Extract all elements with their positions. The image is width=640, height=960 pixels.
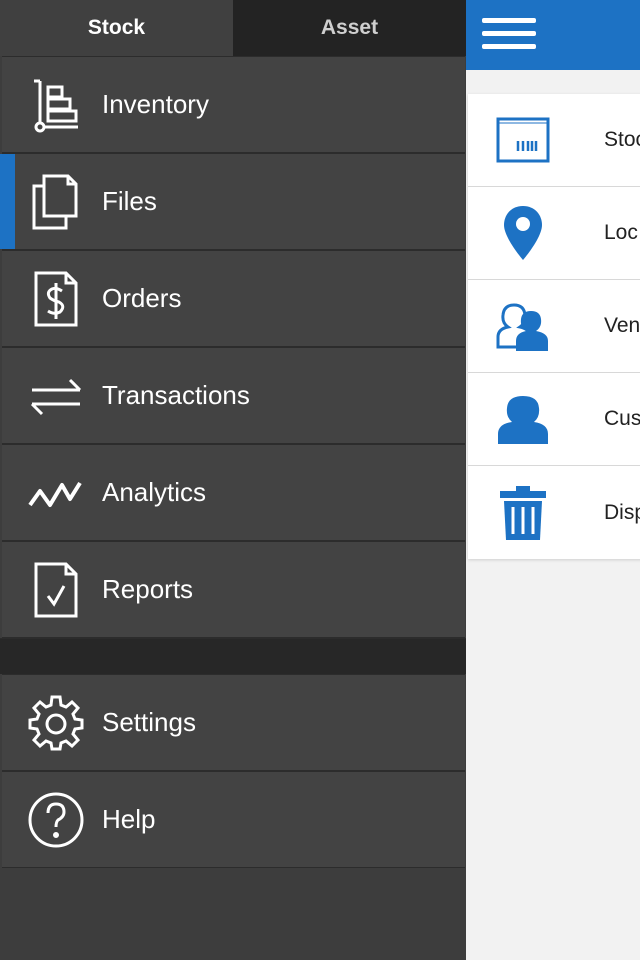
files-icon — [26, 172, 86, 232]
list-item-locations[interactable]: Loc — [468, 187, 640, 280]
list-label-stock: Stoc — [604, 128, 640, 151]
tab-bar: Stock Asset — [0, 0, 466, 56]
list-label-locations: Loc — [604, 221, 638, 244]
list-label-disposal: Disp — [604, 500, 640, 524]
list-item-customers[interactable]: Cus — [468, 373, 640, 466]
list-item-disposal[interactable]: Disp — [468, 466, 640, 559]
menu-label-files: Files — [102, 186, 157, 216]
menu-toggle-button[interactable] — [482, 14, 536, 54]
menu-item-orders[interactable]: Orders — [2, 250, 465, 347]
inventory-cart-icon — [26, 75, 86, 135]
arrows-exchange-icon — [26, 366, 86, 426]
menu-divider — [0, 638, 466, 674]
menu-item-transactions[interactable]: Transactions — [2, 347, 465, 444]
menu-item-reports[interactable]: Reports — [2, 541, 465, 638]
menu-item-help[interactable]: Help — [2, 771, 465, 868]
menu-item-files[interactable]: Files — [0, 153, 465, 250]
menu-label-orders: Orders — [102, 283, 182, 313]
customer-person-icon — [494, 390, 552, 448]
menu-label-help: Help — [102, 804, 156, 834]
list-item-stock[interactable]: Stoc — [468, 94, 640, 187]
main-list-card: Stoc Loc Ven — [468, 94, 640, 559]
tab-stock[interactable]: Stock — [0, 0, 233, 56]
menu-item-analytics[interactable]: Analytics — [2, 444, 465, 541]
menu-label-transactions: Transactions — [102, 380, 250, 410]
dollar-document-icon — [26, 269, 86, 329]
menu-label-reports: Reports — [102, 574, 194, 604]
zigzag-line-icon — [26, 463, 86, 523]
menu-label-analytics: Analytics — [102, 477, 207, 507]
hamburger-line — [482, 18, 536, 23]
list-label-customers: Cus — [604, 407, 640, 430]
location-pin-icon — [494, 204, 552, 262]
menu-item-inventory[interactable]: Inventory — [2, 56, 465, 153]
check-document-icon — [26, 560, 86, 620]
hamburger-line — [482, 31, 536, 36]
menu-label-settings: Settings — [102, 707, 196, 737]
list-item-vendors[interactable]: Ven — [468, 280, 640, 373]
trash-icon — [494, 484, 552, 542]
gear-icon — [26, 693, 86, 753]
menu-item-settings[interactable]: Settings — [2, 674, 465, 771]
app-bar — [466, 0, 640, 70]
list-label-vendors: Ven — [604, 314, 640, 337]
tab-asset[interactable]: Asset — [233, 0, 466, 56]
vendor-people-icon — [494, 297, 552, 355]
barcode-box-icon — [494, 111, 552, 169]
main-panel: Stoc Loc Ven — [466, 0, 640, 960]
hamburger-line — [482, 44, 536, 49]
question-circle-icon — [26, 790, 86, 850]
navigation-drawer: Stock Asset Inventory Files Orders Trans… — [0, 0, 466, 960]
menu-label-inventory: Inventory — [102, 89, 209, 119]
